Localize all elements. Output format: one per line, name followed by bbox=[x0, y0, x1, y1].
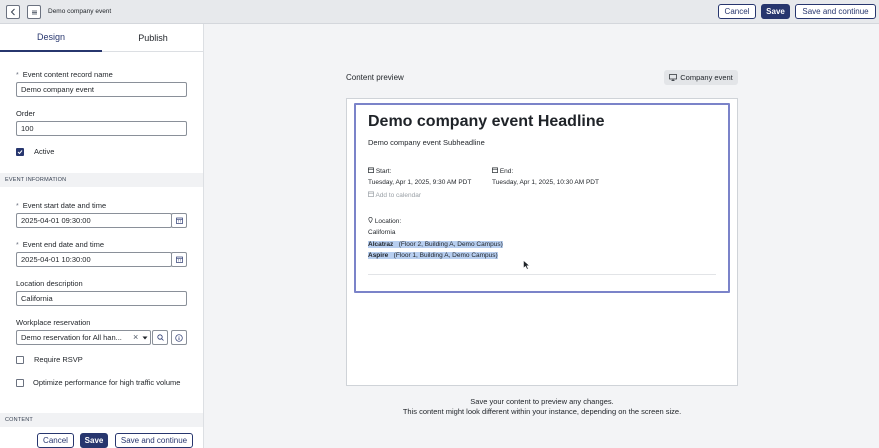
calendar-icon bbox=[175, 256, 183, 263]
monitor-icon bbox=[669, 74, 678, 81]
preview-note-line-1: Save your content to preview any changes… bbox=[470, 397, 614, 406]
location-label: Location description bbox=[16, 279, 83, 288]
checkmark-icon bbox=[17, 150, 23, 155]
preview-type-chip[interactable]: Company event bbox=[664, 70, 738, 85]
start-calendar-button[interactable] bbox=[171, 213, 187, 228]
preview-divider bbox=[368, 274, 716, 275]
order-label: Order bbox=[16, 109, 36, 118]
calendar-icon bbox=[368, 167, 374, 173]
section-content: CONTENT bbox=[0, 413, 203, 427]
require-rsvp-checkbox[interactable] bbox=[16, 356, 24, 364]
form-icon bbox=[31, 10, 37, 14]
bottom-action-bar: Cancel Save Save and continue bbox=[0, 429, 203, 448]
calendar-icon bbox=[175, 217, 183, 224]
add-to-calendar-link[interactable]: Add to calendar bbox=[368, 191, 421, 199]
tab-bar: Design Publish bbox=[0, 24, 203, 52]
preview-start-label: Start: bbox=[368, 167, 391, 175]
preview-location-value: California bbox=[368, 229, 396, 236]
mouse-cursor-icon bbox=[523, 260, 530, 270]
footer-save-button[interactable]: Save bbox=[80, 433, 108, 448]
preview-start-value: Tuesday, Apr 1, 2025, 9:30 AM PDT bbox=[368, 179, 472, 186]
optimize-performance-checkbox[interactable] bbox=[16, 379, 24, 387]
start-datetime-input[interactable]: 2025-04-01 09:30:00 bbox=[16, 213, 172, 228]
preview-end-label: End: bbox=[492, 167, 513, 175]
require-rsvp-label: Require RSVP bbox=[34, 355, 83, 364]
preview-headline: Demo company event Headline bbox=[368, 113, 605, 130]
required-mark: * bbox=[16, 242, 19, 249]
tab-publish[interactable]: Publish bbox=[102, 24, 203, 52]
info-icon bbox=[175, 333, 183, 342]
record-name-label: * Event content record name bbox=[16, 70, 113, 79]
content-preview-label: Content preview bbox=[346, 73, 404, 82]
location-pin-icon bbox=[368, 217, 373, 224]
cancel-button[interactable]: Cancel bbox=[718, 4, 756, 19]
active-label: Active bbox=[34, 147, 55, 156]
preview-location-label: Location: bbox=[368, 217, 401, 225]
save-button[interactable]: Save bbox=[761, 4, 790, 19]
active-checkbox[interactable] bbox=[16, 148, 24, 156]
end-calendar-button[interactable] bbox=[171, 252, 187, 267]
footer-save-and-continue-button[interactable]: Save and continue bbox=[115, 433, 193, 448]
workplace-reservation-select[interactable]: Demo reservation for All han... × bbox=[16, 330, 151, 345]
form-menu-button[interactable] bbox=[27, 5, 41, 19]
back-button[interactable] bbox=[6, 5, 20, 19]
page-title: Demo company event bbox=[48, 8, 112, 15]
footer-cancel-button[interactable]: Cancel bbox=[37, 433, 74, 448]
search-icon bbox=[156, 334, 164, 341]
preview-end-value: Tuesday, Apr 1, 2025, 10:30 AM PDT bbox=[492, 179, 599, 186]
section-event-information: EVENT INFORMATION bbox=[0, 173, 203, 187]
preview-note-line-2: This content might look different within… bbox=[402, 407, 682, 416]
end-datetime-input[interactable]: 2025-04-01 10:30:00 bbox=[16, 252, 172, 267]
required-mark: * bbox=[16, 203, 19, 210]
calendar-icon bbox=[492, 167, 498, 173]
workplace-label: Workplace reservation bbox=[16, 318, 91, 327]
order-input[interactable]: 100 bbox=[16, 121, 187, 136]
workplace-value: Demo reservation for All han... bbox=[21, 333, 122, 342]
end-label: * Event end date and time bbox=[16, 240, 105, 249]
required-mark: * bbox=[16, 72, 19, 79]
preview-type-label: Company event bbox=[680, 73, 733, 82]
record-name-input[interactable]: Demo company event bbox=[16, 82, 187, 97]
workplace-info-button[interactable] bbox=[171, 330, 187, 345]
start-label: * Event start date and time bbox=[16, 201, 107, 210]
save-and-continue-button[interactable]: Save and continue bbox=[795, 4, 876, 19]
calendar-add-icon bbox=[368, 191, 374, 197]
caret-down-icon[interactable] bbox=[142, 336, 148, 340]
preview-room-aspire: Aspire (Floor 1, Building A, Demo Campus… bbox=[368, 252, 498, 259]
top-bar: Demo company event Cancel Save Save and … bbox=[0, 0, 879, 24]
clear-icon[interactable]: × bbox=[133, 332, 138, 342]
optimize-performance-label: Optimize performance for high traffic vo… bbox=[33, 378, 181, 387]
tab-design[interactable]: Design bbox=[0, 24, 102, 52]
design-panel: Design Publish * Event content record nam… bbox=[0, 24, 204, 448]
preview-subheadline: Demo company event Subheadline bbox=[368, 138, 485, 147]
chevron-left-icon bbox=[10, 8, 15, 16]
location-input[interactable]: California bbox=[16, 291, 187, 306]
preview-room-alcatraz: Alcatraz (Floor 2, Building A, Demo Camp… bbox=[368, 241, 503, 248]
workplace-search-button[interactable] bbox=[152, 330, 168, 345]
